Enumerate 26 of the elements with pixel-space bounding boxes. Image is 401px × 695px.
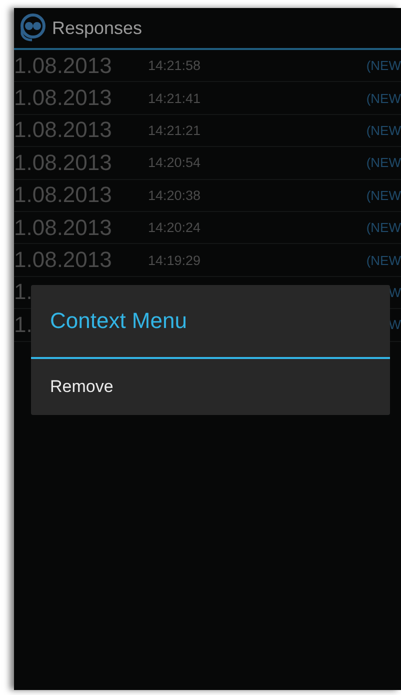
- time-text: 14:21:41: [148, 90, 201, 106]
- date-text: 1.08.2013: [14, 85, 112, 112]
- date-text: 1.: [14, 279, 32, 306]
- menu-item[interactable]: Remove: [31, 359, 390, 415]
- date-text: 1.08.2013: [14, 214, 112, 241]
- time-text: 14:19:29: [148, 252, 201, 268]
- date-text: 1.08.2013: [14, 117, 112, 144]
- date-text: 1.08.2013: [14, 182, 112, 208]
- time-text: 14:21:58: [148, 58, 201, 74]
- status-text: (NEW: [366, 188, 401, 203]
- screen-title: Responses: [52, 18, 142, 38]
- time-text: 14:20:38: [148, 188, 201, 203]
- date-text: 1.08.2013: [14, 52, 112, 79]
- time-text: 14:20:24: [148, 220, 201, 236]
- date-text: 1.08.2013: [14, 247, 112, 274]
- status-text: (NEW: [366, 90, 401, 106]
- date-text: 1.: [14, 312, 32, 338]
- time-text: 14:20:54: [148, 155, 201, 170]
- status-text: (NEW: [366, 252, 401, 268]
- date-text: 1.08.2013: [14, 150, 112, 176]
- dialog-title: Context Menu: [31, 285, 390, 359]
- status-text: (NEW: [366, 58, 401, 74]
- status-text: (NEW: [366, 155, 401, 170]
- time-text: 14:21:21: [148, 122, 201, 138]
- status-text: (NEW: [366, 220, 401, 236]
- status-text: (NEW: [366, 122, 401, 138]
